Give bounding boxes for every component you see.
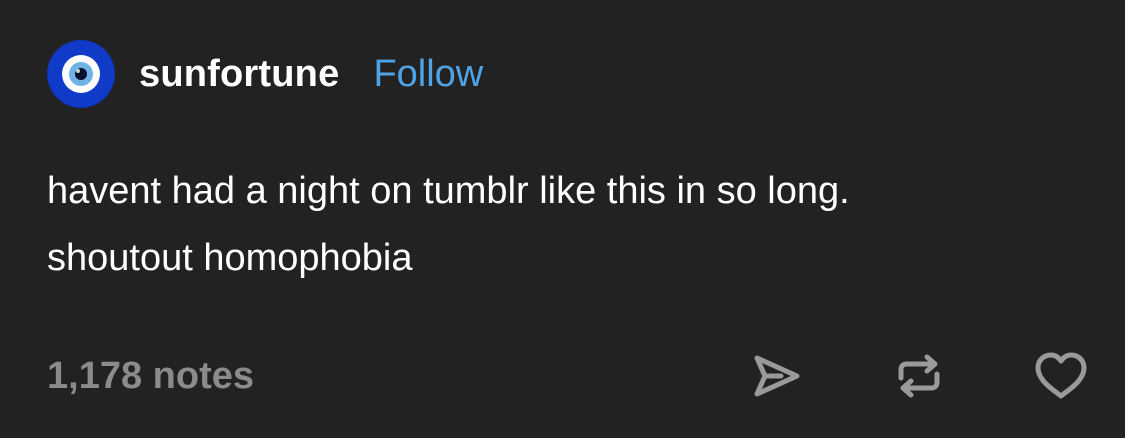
follow-button[interactable]: Follow xyxy=(373,53,483,96)
share-icon xyxy=(754,355,800,397)
heart-icon xyxy=(1035,352,1087,399)
reblog-icon xyxy=(898,354,940,398)
post-actions xyxy=(747,346,1091,406)
notes-count[interactable]: 1,178 notes xyxy=(47,355,254,398)
post-header: sunfortune Follow xyxy=(47,40,483,108)
post-body-line: shoutout homophobia xyxy=(47,237,413,279)
avatar[interactable] xyxy=(47,40,115,108)
post-body-line: havent had a night on tumblr like this i… xyxy=(47,170,850,212)
post-body: havent had a night on tumblr like this i… xyxy=(47,158,1087,292)
like-button[interactable] xyxy=(1031,346,1091,406)
author-username[interactable]: sunfortune xyxy=(139,53,339,96)
post-footer: 1,178 notes xyxy=(47,346,1087,406)
evil-eye-icon xyxy=(48,41,114,107)
share-button[interactable] xyxy=(747,346,807,406)
reblog-button[interactable] xyxy=(889,346,949,406)
tumblr-post: sunfortune Follow havent had a night on … xyxy=(0,0,1125,438)
